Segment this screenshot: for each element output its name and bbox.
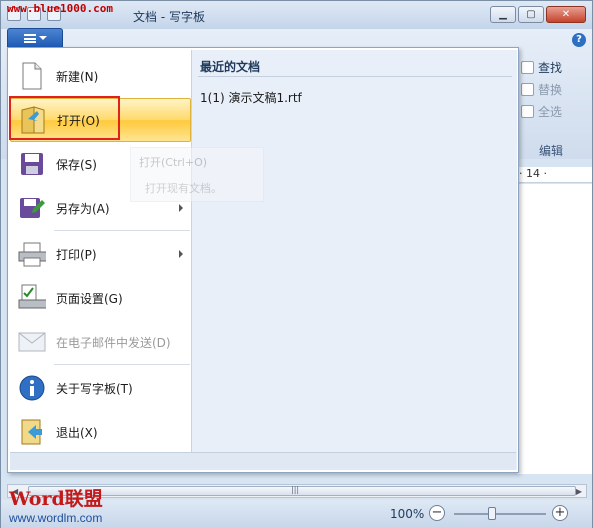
save-as-icon <box>18 193 46 223</box>
maximize-button[interactable]: ▢ <box>518 6 544 23</box>
menu-separator <box>54 230 190 231</box>
page-setup-icon <box>18 283 46 313</box>
printer-icon <box>18 239 46 269</box>
menu-item-page-setup[interactable]: 页面设置(G) <box>10 276 191 320</box>
recent-header: 最近的文档 <box>200 60 261 74</box>
submenu-arrow-icon <box>179 204 183 212</box>
application-menu-button[interactable] <box>7 28 63 48</box>
edit-group-label: 编辑 <box>539 144 564 158</box>
zoom-level: 100% <box>390 507 425 521</box>
chevron-down-icon <box>38 36 47 40</box>
highlight-box <box>9 96 120 140</box>
title-bar: www.blue1000.com 文档 - 写字板 ▁ ▢ ✕ <box>1 1 592 29</box>
new-document-icon <box>18 61 46 91</box>
replace-icon <box>521 82 534 96</box>
close-button[interactable]: ✕ <box>546 6 586 23</box>
recent-documents-panel: 最近的文档 1(1) 演示文稿1.rtf <box>191 50 517 470</box>
submenu-arrow-icon <box>179 250 183 258</box>
menu-footer <box>10 452 516 470</box>
scroll-right-icon[interactable]: ▶ <box>576 487 582 496</box>
menu-icon <box>23 33 36 43</box>
menu-item-exit[interactable]: 退出(X) <box>10 410 191 454</box>
select-all-icon <box>521 104 534 118</box>
find-icon <box>521 60 534 74</box>
zoom-out-button[interactable]: − <box>429 505 445 521</box>
menu-item-send-email[interactable]: 在电子邮件中发送(D) <box>10 320 191 364</box>
ruler: · 14 · <box>517 167 592 183</box>
menu-separator <box>54 364 190 365</box>
help-icon[interactable]: ? <box>572 33 586 47</box>
watermark-bottom: Word联盟 www.wordlm.com <box>9 488 103 525</box>
watermark-top: www.blue1000.com <box>7 2 113 15</box>
zoom-slider-knob[interactable] <box>488 507 496 520</box>
scroll-thumb[interactable] <box>28 486 576 496</box>
exit-icon <box>18 417 46 447</box>
document-area[interactable] <box>517 184 592 474</box>
window-title: 文档 - 写字板 <box>133 10 205 24</box>
info-icon <box>18 373 46 403</box>
replace-button[interactable]: 替换 <box>521 78 587 100</box>
zoom-slider[interactable] <box>454 507 546 520</box>
tooltip: 打开(Ctrl+O) 打开现有文档。 <box>130 147 264 202</box>
grip-icon: ||| <box>291 485 300 494</box>
select-all-button[interactable]: 全选 <box>521 100 587 122</box>
recent-item[interactable]: 1(1) 演示文稿1.rtf <box>200 89 302 106</box>
minimize-button[interactable]: ▁ <box>490 6 516 23</box>
edit-group: 查找 替换 全选 <box>521 56 587 122</box>
menu-item-about[interactable]: 关于写字板(T) <box>10 366 191 410</box>
find-button[interactable]: 查找 <box>521 56 587 78</box>
recent-divider <box>198 76 512 77</box>
email-icon <box>18 327 46 357</box>
menu-item-print[interactable]: 打印(P) <box>10 232 191 276</box>
menu-item-new[interactable]: 新建(N) <box>10 54 191 98</box>
save-icon <box>18 149 46 179</box>
wordpad-window: www.blue1000.com 文档 - 写字板 ▁ ▢ ✕ ? 查找 替换 … <box>0 0 593 528</box>
zoom-in-button[interactable]: + <box>552 505 568 521</box>
